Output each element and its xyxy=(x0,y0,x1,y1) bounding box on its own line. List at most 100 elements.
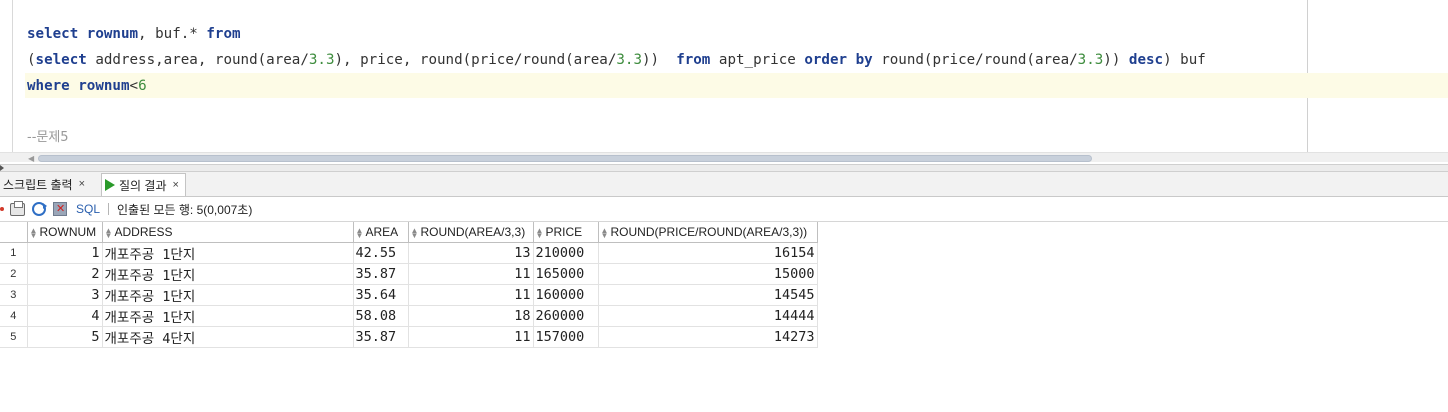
cell-price-per-area[interactable]: 14444 xyxy=(598,305,818,327)
result-table: ▲ ▼ ROWNUM ▲ ▼ ADDRESS ▲ ▼ AREA ▲ ▼ ROUND(AREA/3… xyxy=(0,222,818,348)
code-line-5[interactable]: --문제5 xyxy=(27,127,69,148)
cell-round-area[interactable]: 13 xyxy=(408,242,534,264)
code-text: ( xyxy=(27,52,36,68)
cell-rownum[interactable]: 5 xyxy=(27,326,103,348)
number-literal: 6 xyxy=(138,78,147,94)
cell-round-area[interactable]: 11 xyxy=(408,326,534,348)
tab-query-result[interactable]: 질의 결과 × xyxy=(101,173,186,196)
splitter-arrow-icon[interactable] xyxy=(0,165,4,171)
close-icon[interactable]: × xyxy=(173,179,179,191)
column-header-price-per-area[interactable]: ▲ ▼ ROUND(PRICE/ROUND(AREA/3,3)) xyxy=(598,222,818,243)
pin-icon[interactable] xyxy=(0,207,4,211)
number-literal: 3.3 xyxy=(308,52,335,68)
cell-area[interactable]: 42.55 xyxy=(353,242,409,264)
column-header-price[interactable]: ▲ ▼ PRICE xyxy=(533,222,599,243)
table-row[interactable]: 5 5 개포주공 4단지 35.87 11 157000 14273 xyxy=(0,326,818,348)
sort-icon[interactable]: ▲ ▼ xyxy=(411,226,419,239)
toolbar-separator xyxy=(108,203,110,215)
code-text: ), price, round(price/round(area/ xyxy=(334,52,617,68)
cell-address[interactable]: 개포주공 1단지 xyxy=(102,305,354,327)
table-row[interactable]: 4 4 개포주공 1단지 58.08 18 260000 14444 xyxy=(0,305,818,327)
cell-area[interactable]: 35.87 xyxy=(353,326,409,348)
sql-editor[interactable]: select rownum, buf.* from (select addres… xyxy=(0,0,1448,162)
print-icon[interactable] xyxy=(10,200,25,216)
code-text: )) xyxy=(642,52,677,68)
row-number[interactable]: 1 xyxy=(0,242,28,264)
code-text: )) xyxy=(1103,52,1129,68)
cell-price-per-area[interactable]: 14545 xyxy=(598,284,818,306)
cell-rownum[interactable]: 4 xyxy=(27,305,103,327)
code-text: < xyxy=(129,78,139,94)
number-literal: 3.3 xyxy=(616,52,643,68)
table-row[interactable]: 1 1 개포주공 1단지 42.55 13 210000 16154 xyxy=(0,242,818,264)
scroll-left-arrow-icon[interactable]: ◀ xyxy=(28,154,34,162)
row-number[interactable]: 2 xyxy=(0,263,28,285)
keyword: from xyxy=(206,26,241,42)
cell-price[interactable]: 157000 xyxy=(533,326,599,348)
sort-icon[interactable]: ▲ ▼ xyxy=(356,226,364,239)
cell-rownum[interactable]: 3 xyxy=(27,284,103,306)
row-number[interactable]: 3 xyxy=(0,284,28,306)
header-row: ▲ ▼ ROWNUM ▲ ▼ ADDRESS ▲ ▼ AREA ▲ ▼ ROUND(AREA/3… xyxy=(0,222,818,243)
cell-price[interactable]: 165000 xyxy=(533,263,599,285)
cell-rownum[interactable]: 2 xyxy=(27,263,103,285)
column-header-rownum[interactable]: ▲ ▼ ROWNUM xyxy=(27,222,103,243)
refresh-icon[interactable] xyxy=(32,202,47,216)
cell-address[interactable]: 개포주공 1단지 xyxy=(102,263,354,285)
cell-area[interactable]: 58.08 xyxy=(353,305,409,327)
cell-address[interactable]: 개포주공 4단지 xyxy=(102,326,354,348)
row-number[interactable]: 5 xyxy=(0,326,28,348)
cell-address[interactable]: 개포주공 1단지 xyxy=(102,242,354,264)
column-header-area[interactable]: ▲ ▼ AREA xyxy=(353,222,409,243)
keyword: from xyxy=(676,52,711,68)
current-line-highlight xyxy=(25,73,1448,98)
table-row[interactable]: 3 3 개포주공 1단지 35.64 11 160000 14545 xyxy=(0,284,818,306)
sql-button[interactable]: SQL xyxy=(76,202,100,216)
cell-price[interactable]: 260000 xyxy=(533,305,599,327)
sort-icon[interactable]: ▲ ▼ xyxy=(536,226,544,239)
cell-price-per-area[interactable]: 14273 xyxy=(598,326,818,348)
code-text: round(price/round(area/ xyxy=(872,52,1078,68)
cell-round-area[interactable]: 18 xyxy=(408,305,534,327)
tab-script-output[interactable]: 스크립트 출력 × xyxy=(0,173,91,195)
editor-horizontal-scrollbar[interactable]: ◀ xyxy=(0,152,1448,162)
pane-splitter[interactable] xyxy=(0,164,1448,172)
table-row[interactable]: 2 2 개포주공 1단지 35.87 11 165000 15000 xyxy=(0,263,818,285)
cell-area[interactable]: 35.87 xyxy=(353,263,409,285)
close-icon[interactable]: × xyxy=(79,178,85,190)
row-number[interactable]: 4 xyxy=(0,305,28,327)
grid-corner[interactable] xyxy=(0,222,28,243)
code-comment: --문제5 xyxy=(27,130,69,145)
tab-label: 스크립트 출력 xyxy=(3,177,73,192)
code-line-1[interactable]: select rownum, buf.* from xyxy=(27,24,241,44)
cancel-query-icon[interactable] xyxy=(53,202,67,216)
sort-icon[interactable]: ▲ ▼ xyxy=(105,226,113,239)
cell-round-area[interactable]: 11 xyxy=(408,263,534,285)
result-grid[interactable]: ▲ ▼ ROWNUM ▲ ▼ ADDRESS ▲ ▼ AREA ▲ ▼ ROUND(AREA/3… xyxy=(0,222,818,348)
column-header-address[interactable]: ▲ ▼ ADDRESS xyxy=(102,222,354,243)
code-line-2[interactable]: (select address,area, round(area/3.3), p… xyxy=(27,50,1206,70)
cell-address[interactable]: 개포주공 1단지 xyxy=(102,284,354,306)
cell-price[interactable]: 210000 xyxy=(533,242,599,264)
column-header-round-area[interactable]: ▲ ▼ ROUND(AREA/3,3) xyxy=(408,222,534,243)
cell-area[interactable]: 35.64 xyxy=(353,284,409,306)
sort-icon[interactable]: ▲ ▼ xyxy=(30,226,38,239)
keyword: select xyxy=(27,26,79,42)
number-literal: 3.3 xyxy=(1077,52,1104,68)
code-text: , buf.* xyxy=(138,26,207,42)
cell-price[interactable]: 160000 xyxy=(533,284,599,306)
keyword: rownum xyxy=(86,26,139,42)
code-text: ) buf xyxy=(1163,52,1206,68)
cell-rownum[interactable]: 1 xyxy=(27,242,103,264)
cell-round-area[interactable]: 11 xyxy=(408,284,534,306)
cell-price-per-area[interactable]: 15000 xyxy=(598,263,818,285)
keyword: desc xyxy=(1128,52,1164,68)
fetch-status-text: 인출된 모든 행: 5(0,007초) xyxy=(117,202,253,217)
cell-price-per-area[interactable]: 16154 xyxy=(598,242,818,264)
sort-icon[interactable]: ▲ ▼ xyxy=(601,226,609,239)
keyword: select xyxy=(35,52,87,68)
scrollbar-thumb[interactable] xyxy=(38,155,1092,162)
code-line-3[interactable]: where rownum<6 xyxy=(27,76,147,96)
keyword: order by xyxy=(804,52,873,68)
